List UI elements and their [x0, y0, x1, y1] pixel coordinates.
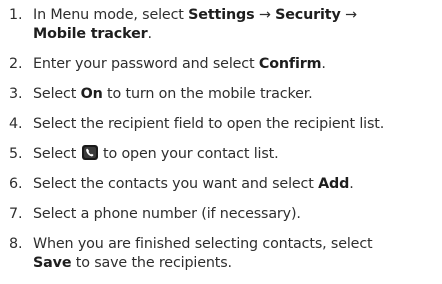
- add-term: Add: [318, 176, 350, 192]
- save-term: Save: [33, 255, 72, 271]
- security-term: Security: [275, 7, 341, 23]
- step-8: 8. When you are finished selecting conta…: [0, 235, 442, 273]
- step-text: Select the contacts you want and select: [33, 176, 319, 192]
- step-text: Select: [33, 146, 81, 162]
- step-4: 4. Select the recipient field to open th…: [0, 115, 442, 134]
- step-number: 8.: [9, 236, 23, 252]
- step-text-end: .: [321, 56, 326, 72]
- step-text: to save the recipients.: [71, 255, 232, 271]
- step-number: 5.: [9, 146, 23, 162]
- step-number: 7.: [9, 206, 23, 222]
- on-term: On: [80, 86, 103, 102]
- step-number: 3.: [9, 86, 23, 102]
- step-text: to turn on the mobile tracker.: [102, 86, 313, 102]
- mobile-tracker-term: Mobile tracker: [33, 26, 148, 42]
- step-5: 5. Select to open your contact list.: [0, 145, 442, 164]
- step-number: 4.: [9, 116, 23, 132]
- step-2: 2. Enter your password and select Confir…: [0, 55, 442, 74]
- step-number: 1.: [9, 7, 23, 23]
- step-text-end: .: [147, 26, 153, 42]
- arrow-separator: →: [340, 7, 357, 23]
- step-text: Select: [33, 86, 81, 102]
- step-6: 6. Select the contacts you want and sele…: [0, 175, 442, 194]
- step-text: Enter your password and select: [33, 56, 259, 72]
- step-text-end: .: [349, 176, 354, 192]
- step-text: Select a phone number (if necessary).: [33, 206, 301, 222]
- step-3: 3. Select On to turn on the mobile track…: [0, 85, 442, 104]
- contacts-phone-icon: [81, 145, 98, 160]
- confirm-term: Confirm: [258, 56, 322, 72]
- steps-list: 1. In Menu mode, select Settings → Secur…: [0, 6, 442, 273]
- step-number: 6.: [9, 176, 23, 192]
- step-text: In Menu mode, select: [33, 7, 189, 23]
- instruction-document: 1. In Menu mode, select Settings → Secur…: [0, 0, 442, 284]
- step-7: 7. Select a phone number (if necessary).: [0, 205, 442, 224]
- step-text: to open your contact list.: [98, 146, 279, 162]
- arrow-separator: →: [254, 7, 276, 23]
- step-1: 1. In Menu mode, select Settings → Secur…: [0, 6, 442, 44]
- step-number: 2.: [9, 56, 23, 72]
- step-text: When you are finished selecting contacts…: [33, 236, 373, 252]
- settings-term: Settings: [188, 7, 255, 23]
- step-text: Select the recipient field to open the r…: [33, 116, 385, 132]
